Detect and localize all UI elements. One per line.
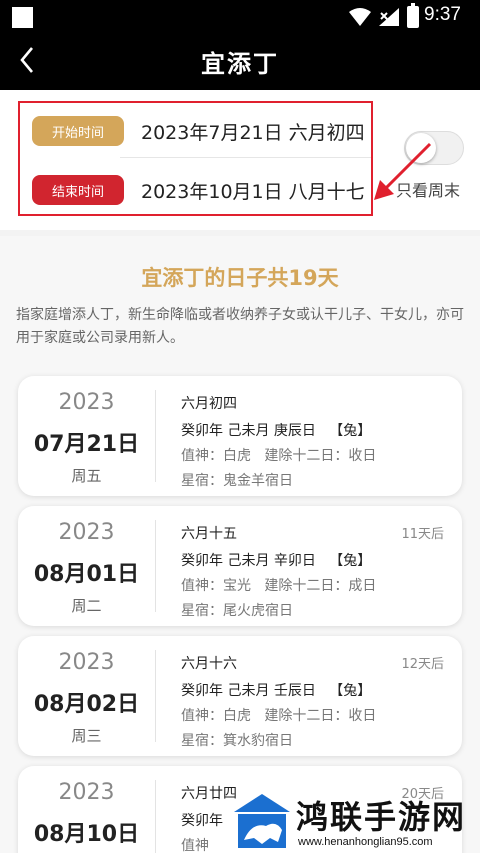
- card-divider: [155, 650, 156, 742]
- day-lunar: 六月初四: [181, 396, 237, 412]
- results-description: 指家庭增添人丁，新生命降临或者收纳养子女或认干儿子、干女儿，亦可用于家庭或公司录…: [16, 307, 464, 346]
- date-range-panel: 开始时间 2023年7月21日 六月初四 结束时间 2023年10月1日 八月十…: [0, 90, 480, 230]
- day-year: 2023: [58, 520, 115, 545]
- results-title: 宜添丁的日子共19天: [141, 266, 339, 290]
- day-weekday: 周二: [71, 597, 102, 615]
- day-ganzhi: 癸卯年: [181, 813, 223, 829]
- day-weekday: 周三: [71, 727, 102, 745]
- annotation-arrow-icon: [374, 142, 432, 200]
- day-xingxiu: 星宿：箕水豹宿日: [181, 733, 293, 749]
- day-lunar: 六月十六: [181, 656, 237, 672]
- day-date: 07月21日: [33, 432, 140, 457]
- wifi-icon: [349, 8, 371, 26]
- day-date: 08月10日: [33, 822, 140, 847]
- day-xingxiu: 星宿：鬼金羊宿日: [181, 473, 293, 489]
- day-card-date-block: 2023 08月10日: [18, 766, 155, 853]
- status-bar: 9:37: [0, 0, 480, 34]
- day-ganzhi: 癸卯年 己未月 庚辰日 【兔】: [181, 423, 372, 439]
- date-range-highlight: 开始时间 2023年7月21日 六月初四 结束时间 2023年10月1日 八月十…: [18, 101, 373, 216]
- day-xingxiu: 星宿：尾火虎宿日: [181, 603, 293, 619]
- end-date-row[interactable]: 结束时间 2023年10月1日 八月十七: [32, 174, 365, 206]
- day-card-date-block: 2023 07月21日 周五: [18, 376, 155, 496]
- end-label-badge: 结束时间: [32, 175, 124, 205]
- day-date: 08月02日: [33, 692, 140, 717]
- day-year: 2023: [58, 650, 115, 675]
- day-card[interactable]: 2023 07月21日 周五 六月初四 癸卯年 己未月 庚辰日 【兔】 值神：白…: [18, 376, 462, 496]
- site-watermark: 鸿联手游网 www.henanhonglian95.com: [232, 790, 480, 853]
- day-zhishen: 值神: [181, 838, 209, 853]
- days-after: 11天后: [401, 527, 444, 542]
- day-card[interactable]: 2023 08月01日 周二 六月十五 11天后 癸卯年 己未月 辛卯日 【兔】…: [18, 506, 462, 626]
- card-divider: [155, 780, 156, 853]
- day-card-date-block: 2023 08月01日 周二: [18, 506, 155, 626]
- day-date: 08月01日: [33, 562, 140, 587]
- days-after: 12天后: [401, 657, 444, 672]
- day-lunar: 六月十五: [181, 526, 237, 542]
- day-year: 2023: [58, 390, 115, 415]
- watermark-title: 鸿联手游网: [296, 798, 467, 836]
- day-zhishen: 值神：白虎 建除十二日：收日: [181, 448, 377, 464]
- day-zhishen: 值神：白虎 建除十二日：收日: [181, 708, 377, 724]
- day-card-date-block: 2023 08月02日 周三: [18, 636, 155, 756]
- date-divider: [120, 157, 371, 158]
- page-title: 宜添丁: [201, 50, 279, 78]
- start-date-value[interactable]: 2023年7月21日 六月初四: [141, 118, 365, 145]
- day-lunar: 六月廿四: [181, 786, 237, 802]
- battery-icon: [407, 3, 419, 28]
- day-zhishen: 值神：宝光 建除十二日：成日: [181, 578, 377, 594]
- nav-bar: 宜添丁: [0, 34, 480, 90]
- card-divider: [155, 390, 156, 482]
- day-weekday: 周五: [71, 467, 102, 485]
- day-ganzhi: 癸卯年 己未月 辛卯日 【兔】: [181, 553, 372, 569]
- watermark-url: www.henanhonglian95.com: [298, 836, 433, 848]
- signal-icon: [379, 8, 399, 26]
- day-year: 2023: [58, 780, 115, 805]
- start-label-badge: 开始时间: [32, 116, 124, 146]
- day-ganzhi: 癸卯年 己未月 壬辰日 【兔】: [181, 683, 372, 699]
- start-date-row[interactable]: 开始时间 2023年7月21日 六月初四: [32, 115, 365, 147]
- status-time: 9:37: [424, 4, 461, 25]
- end-date-value[interactable]: 2023年10月1日 八月十七: [141, 177, 365, 204]
- day-card[interactable]: 2023 08月02日 周三 六月十六 12天后 癸卯年 己未月 壬辰日 【兔】…: [18, 636, 462, 756]
- notification-icon: [12, 7, 33, 28]
- card-divider: [155, 520, 156, 612]
- watermark-logo-icon: [234, 794, 290, 848]
